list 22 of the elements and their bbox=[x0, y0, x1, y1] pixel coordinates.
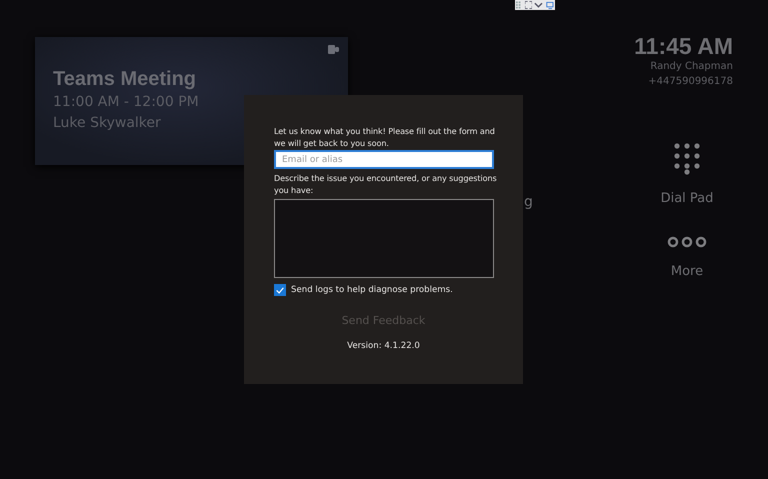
meeting-organizer: Luke Skywalker bbox=[53, 114, 161, 133]
version-text: Version: 4.1.22.0 bbox=[347, 341, 420, 351]
tile-label[interactable]: More bbox=[670, 264, 704, 279]
send-logs-checkbox[interactable] bbox=[274, 284, 286, 296]
teams-icon bbox=[328, 45, 339, 54]
expand-icon[interactable] bbox=[525, 1, 532, 9]
send-logs-label: Send logs to help diagnose problems. bbox=[291, 285, 453, 295]
monitor-icon[interactable] bbox=[545, 0, 554, 10]
phone-number: +447590996178 bbox=[648, 75, 733, 89]
grip-icon[interactable] bbox=[516, 1, 524, 9]
chevron-icon[interactable] bbox=[534, 2, 544, 8]
clock-time: 11:45 AM bbox=[634, 33, 733, 59]
more-icon[interactable] bbox=[667, 236, 707, 248]
email-field[interactable]: Email or alias bbox=[274, 150, 494, 169]
meeting-title: Teams Meeting bbox=[53, 67, 197, 92]
meeting-time: 11:00 AM - 12:00 PM bbox=[53, 93, 199, 112]
describe-label: Describe the issue you encountered, or any suggestions you have: bbox=[274, 172, 498, 196]
user-name: Randy Chapman bbox=[650, 60, 733, 74]
issue-field[interactable] bbox=[274, 199, 494, 278]
tile-label: g bbox=[524, 194, 533, 210]
dial-pad-icon[interactable] bbox=[672, 143, 702, 175]
tile-label[interactable]: Dial Pad bbox=[660, 191, 714, 206]
